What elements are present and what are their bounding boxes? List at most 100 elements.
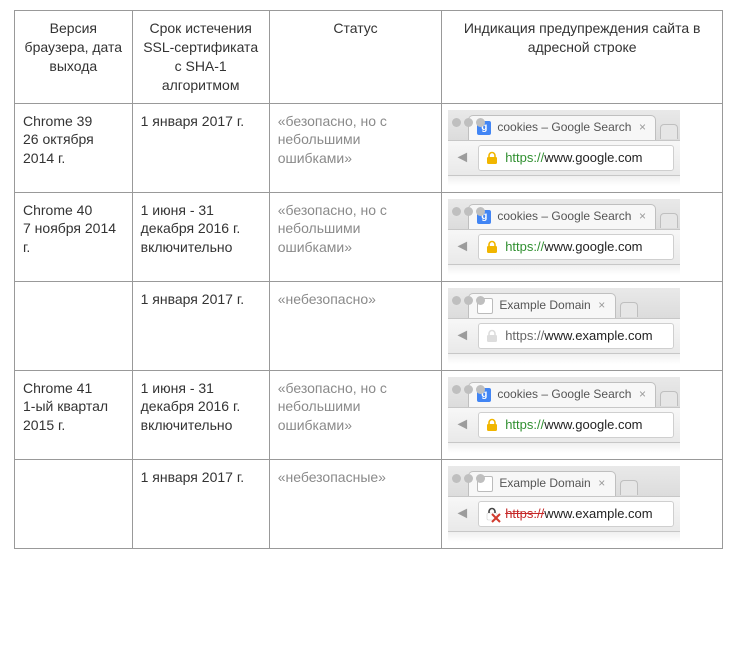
window-controls-icon <box>452 296 485 305</box>
url-host: www.example.com <box>544 506 652 521</box>
url-host: www.example.com <box>544 328 652 343</box>
window-controls-icon <box>452 118 485 127</box>
new-tab-button[interactable] <box>660 213 678 228</box>
window-controls-icon <box>452 385 485 394</box>
url-text: https://www.example.com <box>505 327 652 345</box>
cell-status: «безопасно, но с небольшими ошибками» <box>269 103 442 192</box>
cell-version <box>15 459 133 548</box>
tab-title: Example Domain <box>499 475 590 491</box>
browser-window: g cookies – Google Search × ◄ https://ww… <box>448 110 680 190</box>
window-controls-icon <box>452 474 485 483</box>
browser-window: Example Domain × ◄ https://www.example.c… <box>448 288 680 368</box>
toolbar-shadow <box>448 354 680 364</box>
tab-close-icon[interactable]: × <box>637 208 647 224</box>
new-tab-button[interactable] <box>660 391 678 406</box>
sha1-warning-table: Версия браузера, дата выхода Срок истече… <box>14 10 723 549</box>
tab-title: cookies – Google Search <box>497 119 631 135</box>
browser-toolbar: ◄ https://www.google.com <box>448 408 680 443</box>
browser-tabbar: g cookies – Google Search × <box>448 199 680 230</box>
cell-indication: g cookies – Google Search × ◄ https://ww… <box>442 192 723 281</box>
col-header-expiry: Срок истечения SSL-сертификата с SHA-1 а… <box>132 11 269 104</box>
url-text: https://www.example.com <box>505 505 652 523</box>
browser-version: Chrome 39 <box>23 113 92 129</box>
tab-close-icon[interactable]: × <box>637 386 647 402</box>
window-controls-icon <box>452 207 485 216</box>
table-row: Chrome 41 1-ый квартал 2015 г. 1 июня - … <box>15 370 723 459</box>
toolbar-shadow <box>448 532 680 542</box>
address-bar[interactable]: https://www.example.com <box>478 323 674 349</box>
toolbar-shadow <box>448 176 680 186</box>
release-date: 26 октября 2014 г. <box>23 131 94 166</box>
table-row: Chrome 39 26 октября 2014 г. 1 января 20… <box>15 103 723 192</box>
cell-expiry: 1 июня - 31 декабря 2016 г. включительно <box>132 192 269 281</box>
tab-title: cookies – Google Search <box>497 208 631 224</box>
url-scheme: https:// <box>505 417 544 432</box>
cell-status: «небезопасные» <box>269 459 442 548</box>
cell-status: «безопасно, но с небольшими ошибками» <box>269 192 442 281</box>
url-text: https://www.google.com <box>505 416 642 434</box>
new-tab-button[interactable] <box>620 480 638 495</box>
col-header-version: Версия браузера, дата выхода <box>15 11 133 104</box>
browser-window: Example Domain × ◄ https://www.example.c… <box>448 466 680 546</box>
nav-back-icon[interactable]: ◄ <box>454 325 470 347</box>
url-host: www.google.com <box>544 417 642 432</box>
cell-status: «безопасно, но с небольшими ошибками» <box>269 370 442 459</box>
browser-toolbar: ◄ https://www.google.com <box>448 230 680 265</box>
col-header-status: Статус <box>269 11 442 104</box>
cell-indication: Example Domain × ◄ https://www.example.c… <box>442 281 723 370</box>
nav-back-icon[interactable]: ◄ <box>454 503 470 525</box>
toolbar-shadow <box>448 443 680 453</box>
nav-back-icon[interactable]: ◄ <box>454 147 470 169</box>
new-tab-button[interactable] <box>620 302 638 317</box>
browser-version: Chrome 40 <box>23 202 92 218</box>
table-row: 1 января 2017 г. «небезопасно» Example D… <box>15 281 723 370</box>
cell-expiry: 1 июня - 31 декабря 2016 г. включительно <box>132 370 269 459</box>
url-scheme: https:// <box>505 506 544 521</box>
cell-indication: Example Domain × ◄ https://www.example.c… <box>442 459 723 548</box>
release-date: 7 ноября 2014 г. <box>23 220 116 255</box>
nav-back-icon[interactable]: ◄ <box>454 414 470 436</box>
browser-toolbar: ◄ https://www.example.com <box>448 497 680 532</box>
table-row: Chrome 40 7 ноября 2014 г. 1 июня - 31 д… <box>15 192 723 281</box>
browser-tabbar: g cookies – Google Search × <box>448 377 680 408</box>
address-bar[interactable]: https://www.google.com <box>478 234 674 260</box>
nav-back-icon[interactable]: ◄ <box>454 236 470 258</box>
new-tab-button[interactable] <box>660 124 678 139</box>
browser-window: g cookies – Google Search × ◄ https://ww… <box>448 199 680 279</box>
address-bar[interactable]: https://www.google.com <box>478 412 674 438</box>
browser-tabbar: g cookies – Google Search × <box>448 110 680 141</box>
lock-caution-icon <box>485 418 499 432</box>
cell-version <box>15 281 133 370</box>
browser-tab[interactable]: g cookies – Google Search × <box>468 204 656 229</box>
url-host: www.google.com <box>544 150 642 165</box>
tab-close-icon[interactable]: × <box>597 297 607 313</box>
lock-caution-icon <box>485 240 499 254</box>
browser-tab[interactable]: g cookies – Google Search × <box>468 115 656 140</box>
url-host: www.google.com <box>544 239 642 254</box>
tab-close-icon[interactable]: × <box>637 119 647 135</box>
browser-tabbar: Example Domain × <box>448 288 680 319</box>
browser-tab[interactable]: Example Domain × <box>468 471 615 496</box>
url-text: https://www.google.com <box>505 238 642 256</box>
lock-caution-icon <box>485 151 499 165</box>
cell-status: «небезопасно» <box>269 281 442 370</box>
browser-tab[interactable]: g cookies – Google Search × <box>468 382 656 407</box>
cell-version: Chrome 39 26 октября 2014 г. <box>15 103 133 192</box>
lock-warning-icon <box>485 507 499 521</box>
address-bar[interactable]: https://www.google.com <box>478 145 674 171</box>
tab-close-icon[interactable]: × <box>597 475 607 491</box>
table-row: 1 января 2017 г. «небезопасные» Example … <box>15 459 723 548</box>
cell-indication: g cookies – Google Search × ◄ https://ww… <box>442 103 723 192</box>
browser-toolbar: ◄ https://www.google.com <box>448 141 680 176</box>
browser-tabbar: Example Domain × <box>448 466 680 497</box>
cell-expiry: 1 января 2017 г. <box>132 103 269 192</box>
toolbar-shadow <box>448 265 680 275</box>
browser-tab[interactable]: Example Domain × <box>468 293 615 318</box>
url-scheme: https:// <box>505 328 544 343</box>
cell-version: Chrome 40 7 ноября 2014 г. <box>15 192 133 281</box>
release-date: 1-ый квартал 2015 г. <box>23 398 108 433</box>
address-bar[interactable]: https://www.example.com <box>478 501 674 527</box>
browser-version: Chrome 41 <box>23 380 92 396</box>
tab-title: Example Domain <box>499 297 590 313</box>
col-header-indication: Индикация предупреждения сайта в адресно… <box>442 11 723 104</box>
